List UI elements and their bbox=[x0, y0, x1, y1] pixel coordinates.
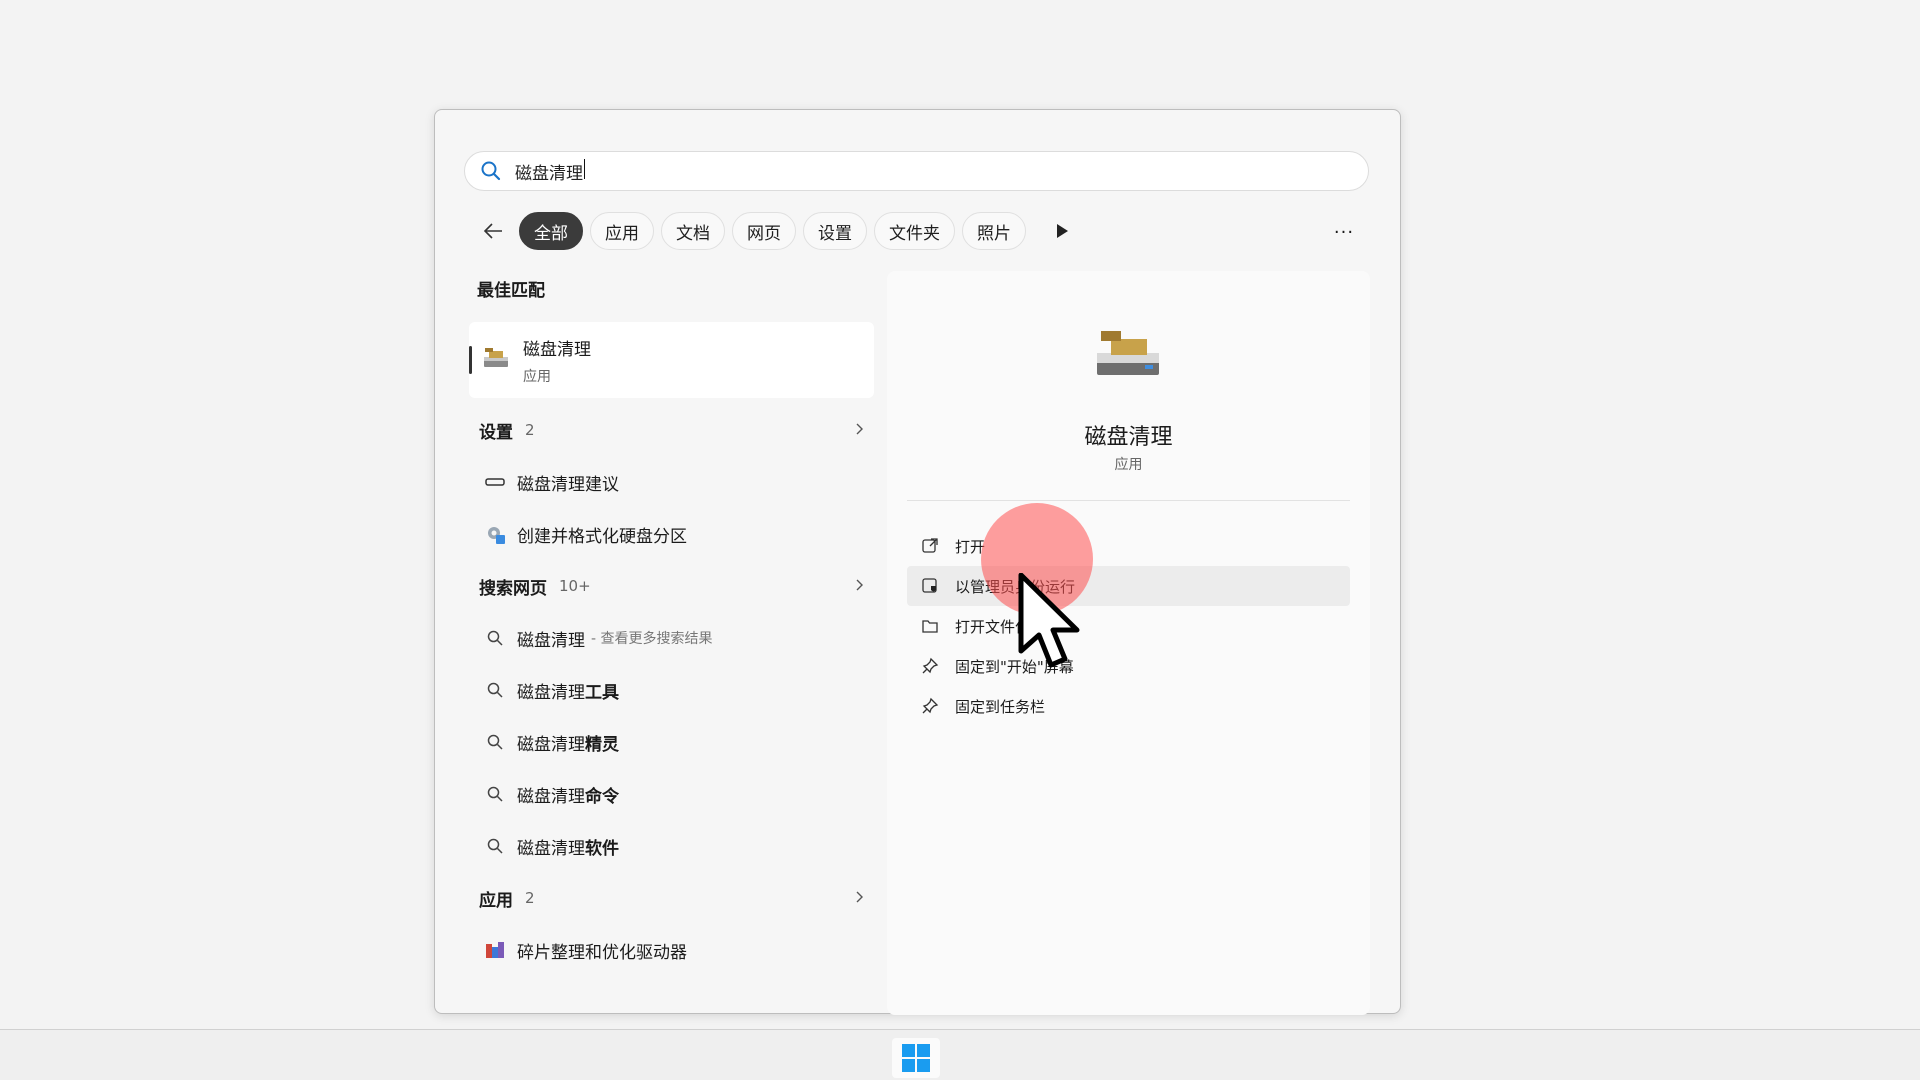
chevron-right-icon bbox=[856, 423, 863, 435]
best-match-type: 应用 bbox=[523, 368, 551, 385]
web-suggestion-label: 磁盘清理软件 bbox=[517, 838, 619, 859]
app-item[interactable]: 碎片整理和优化驱动器 bbox=[469, 924, 874, 976]
taskbar bbox=[0, 1029, 1920, 1080]
filter-chip-photos[interactable]: 照片 bbox=[962, 212, 1026, 250]
settings-group-title: 设置 bbox=[479, 422, 513, 443]
apps-group-count: 2 bbox=[525, 889, 535, 907]
folder-icon bbox=[919, 615, 941, 637]
chevron-right-icon bbox=[856, 579, 863, 591]
best-match-title: 磁盘清理 bbox=[523, 339, 591, 360]
apps-group-title: 应用 bbox=[479, 890, 513, 911]
text-caret bbox=[584, 158, 585, 179]
back-button[interactable] bbox=[479, 217, 507, 245]
web-suggestion-item[interactable]: 磁盘清理精灵 bbox=[469, 716, 874, 768]
web-group-count: 10+ bbox=[559, 577, 591, 595]
filter-row: 全部 应用 文档 网页 设置 文件夹 照片 ··· bbox=[479, 211, 1359, 251]
disk-cleanup-icon bbox=[481, 345, 511, 375]
detail-title: 磁盘清理 bbox=[1084, 425, 1173, 450]
search-icon bbox=[483, 834, 507, 858]
search-icon bbox=[483, 678, 507, 702]
filter-chip-settings[interactable]: 设置 bbox=[803, 212, 867, 250]
apps-group-header[interactable]: 应用 2 bbox=[469, 872, 874, 924]
settings-item[interactable]: 磁盘清理建议 bbox=[469, 456, 874, 508]
drive-icon bbox=[483, 470, 507, 494]
search-icon bbox=[479, 159, 503, 183]
action-pin-to-start[interactable]: 固定到"开始"屏幕 bbox=[907, 646, 1350, 686]
web-suggestion-label: 磁盘清理精灵 bbox=[517, 734, 619, 755]
detail-pane: 磁盘清理 应用 打开 以管理员身份运行 打开文件位置 固定到"开始"屏幕 固 bbox=[887, 271, 1370, 1015]
action-label: 固定到任务栏 bbox=[955, 697, 1046, 716]
pin-icon bbox=[919, 655, 941, 677]
web-group-title: 搜索网页 bbox=[479, 578, 547, 599]
action-run-as-admin[interactable]: 以管理员身份运行 bbox=[907, 566, 1350, 606]
detail-subtitle: 应用 bbox=[1114, 457, 1143, 473]
search-input[interactable]: 磁盘清理 bbox=[515, 158, 1335, 184]
start-button[interactable] bbox=[892, 1038, 940, 1078]
web-search-item[interactable]: 磁盘清理 - 查看更多搜索结果 bbox=[469, 612, 874, 664]
start-search-panel: 磁盘清理 全部 应用 文档 网页 设置 文件夹 照片 ··· 最佳匹配 磁盘清理… bbox=[434, 109, 1401, 1015]
action-open-file-location[interactable]: 打开文件位置 bbox=[907, 606, 1350, 646]
settings-group-header[interactable]: 设置 2 bbox=[469, 404, 874, 456]
gear-icon bbox=[483, 522, 507, 546]
web-group-header[interactable]: 搜索网页 10+ bbox=[469, 560, 874, 612]
web-suggestion-label: 磁盘清理工具 bbox=[517, 682, 619, 703]
chevron-right-icon bbox=[856, 891, 863, 903]
filter-chip-web[interactable]: 网页 bbox=[732, 212, 796, 250]
web-search-label: 磁盘清理 bbox=[517, 630, 585, 651]
disk-cleanup-icon bbox=[1087, 321, 1167, 391]
web-suggestion-item[interactable]: 磁盘清理软件 bbox=[469, 820, 874, 872]
web-search-hint: - 查看更多搜索结果 bbox=[591, 631, 713, 647]
settings-item-label: 磁盘清理建议 bbox=[517, 474, 619, 495]
defrag-icon bbox=[483, 938, 507, 962]
best-match-heading: 最佳匹配 bbox=[477, 281, 545, 301]
web-suggestion-item[interactable]: 磁盘清理工具 bbox=[469, 664, 874, 716]
windows-logo-icon bbox=[902, 1044, 930, 1072]
more-options-button[interactable]: ··· bbox=[1329, 217, 1359, 247]
web-suggestion-item[interactable]: 磁盘清理命令 bbox=[469, 768, 874, 820]
search-icon bbox=[483, 730, 507, 754]
settings-item[interactable]: 创建并格式化硬盘分区 bbox=[469, 508, 874, 560]
action-pin-to-taskbar[interactable]: 固定到任务栏 bbox=[907, 686, 1350, 726]
action-open[interactable]: 打开 bbox=[907, 526, 1350, 566]
filter-chip-apps[interactable]: 应用 bbox=[590, 212, 654, 250]
filter-chip-documents[interactable]: 文档 bbox=[661, 212, 725, 250]
web-suggestion-label: 磁盘清理命令 bbox=[517, 786, 619, 807]
search-icon bbox=[483, 782, 507, 806]
open-icon bbox=[919, 535, 941, 557]
settings-item-label: 创建并格式化硬盘分区 bbox=[517, 526, 687, 547]
action-list: 打开 以管理员身份运行 打开文件位置 固定到"开始"屏幕 固定到任务栏 bbox=[907, 526, 1350, 726]
settings-group-count: 2 bbox=[525, 421, 535, 439]
filter-chip-folders[interactable]: 文件夹 bbox=[874, 212, 955, 250]
back-arrow-icon bbox=[483, 223, 502, 239]
filter-chip-all[interactable]: 全部 bbox=[519, 212, 583, 250]
results-list: 最佳匹配 磁盘清理 应用 设置 2 磁盘清理建议 创建并格式化硬盘分区 搜索网页 bbox=[469, 278, 874, 976]
app-item-label: 碎片整理和优化驱动器 bbox=[517, 942, 687, 963]
admin-shield-icon bbox=[919, 575, 941, 597]
mouse-cursor-icon bbox=[1018, 573, 1080, 668]
best-match-item[interactable]: 磁盘清理 应用 bbox=[469, 322, 874, 398]
search-box[interactable]: 磁盘清理 bbox=[464, 151, 1369, 191]
search-icon bbox=[483, 626, 507, 650]
divider bbox=[907, 500, 1350, 501]
pin-icon bbox=[919, 695, 941, 717]
play-icon bbox=[1057, 224, 1068, 238]
more-filters-button[interactable] bbox=[1047, 216, 1077, 246]
selection-indicator bbox=[469, 346, 472, 374]
